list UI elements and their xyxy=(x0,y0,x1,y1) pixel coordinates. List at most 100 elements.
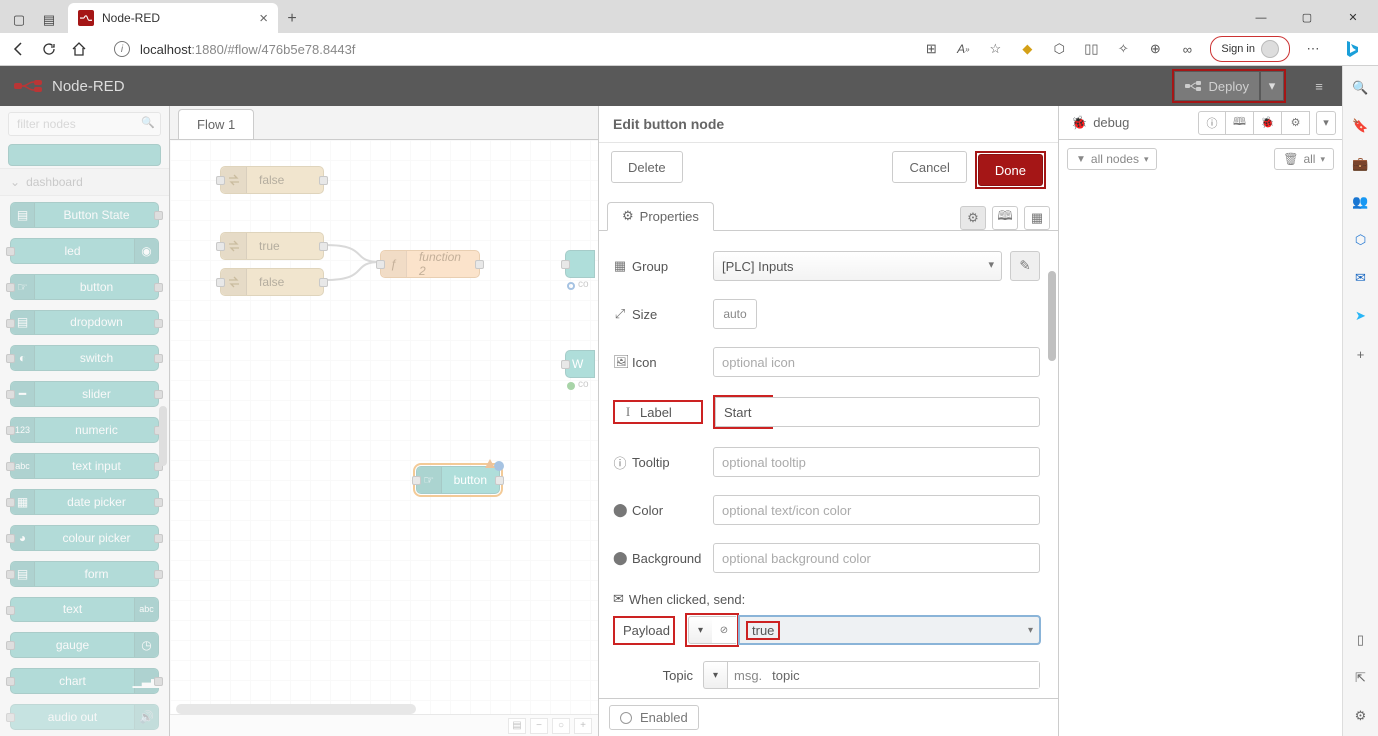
scrollbar[interactable] xyxy=(159,406,167,466)
more-icon[interactable]: ⋯ xyxy=(1304,40,1322,58)
outlook-icon[interactable]: ✉ xyxy=(1351,268,1371,288)
background-input[interactable] xyxy=(713,543,1040,573)
zoom-in-button[interactable]: + xyxy=(574,718,592,734)
scrollbar[interactable] xyxy=(1048,271,1056,361)
more-tabs-button[interactable]: ▾ xyxy=(1316,111,1336,135)
help-tab-button[interactable]: 🕮 xyxy=(1226,111,1254,135)
flow-canvas[interactable]: false true false ƒfunction 2 co W co ☞bu… xyxy=(170,140,598,736)
extension-icon[interactable]: ⬡ xyxy=(1050,40,1068,58)
shopping-icon[interactable]: 🔖 xyxy=(1351,116,1371,136)
flow-node[interactable]: true xyxy=(220,232,324,260)
tools-icon[interactable]: 💼 xyxy=(1351,154,1371,174)
deploy-dropdown[interactable]: ▾ xyxy=(1261,72,1283,100)
flow-node-button[interactable]: ☞button xyxy=(416,466,500,494)
url-field[interactable]: i localhost:1880/#flow/476b5e78.8443f xyxy=(100,35,910,63)
tab-overview-icon[interactable]: ▢ xyxy=(12,13,26,27)
filter-nodes-button[interactable]: ▼all nodes▾ xyxy=(1067,148,1157,170)
cancel-button[interactable]: Cancel xyxy=(892,151,966,183)
flow-node[interactable]: false xyxy=(220,166,324,194)
delete-button[interactable]: Delete xyxy=(611,151,683,183)
palette-node[interactable]: gauge◷ xyxy=(10,632,159,658)
share-icon[interactable]: ⇱ xyxy=(1351,668,1371,688)
topic-type-button[interactable]: ▾ xyxy=(703,661,727,689)
flow-tab[interactable]: Flow 1 xyxy=(178,109,254,139)
properties-tab[interactable]: ⚙Properties xyxy=(607,202,714,231)
palette-node[interactable]: ◕colour picker xyxy=(10,525,159,551)
info-tab-button[interactable]: ⓘ xyxy=(1198,111,1226,135)
debug-tab[interactable]: 🐞debug xyxy=(1065,115,1135,131)
sign-in-button[interactable]: Sign in xyxy=(1210,36,1290,62)
debug-tab-button[interactable]: 🐞 xyxy=(1254,111,1282,135)
topic-input[interactable] xyxy=(768,662,1039,688)
nav-toggle-button[interactable]: ▤ xyxy=(508,718,526,734)
palette-node[interactable]: ▤form xyxy=(10,561,159,587)
palette-node[interactable]: chart▁▃▅ xyxy=(10,668,159,694)
add-icon[interactable]: + xyxy=(1351,344,1371,364)
palette-node[interactable]: audio out🔊 xyxy=(10,704,159,730)
back-button[interactable] xyxy=(10,40,28,58)
palette-category[interactable]: ⌄dashboard xyxy=(0,168,169,196)
qr-icon[interactable]: ⊞ xyxy=(922,40,940,58)
site-info-icon[interactable]: i xyxy=(114,41,130,57)
collections2-icon[interactable]: ⊕ xyxy=(1146,40,1164,58)
new-tab-button[interactable]: + xyxy=(278,5,306,33)
home-button[interactable] xyxy=(70,40,88,58)
icon-input[interactable] xyxy=(713,347,1040,377)
office-icon[interactable]: ⬡ xyxy=(1351,230,1371,250)
palette-node[interactable]: led◉ xyxy=(10,238,159,264)
done-button[interactable]: Done xyxy=(978,154,1043,186)
enabled-toggle[interactable]: Enabled xyxy=(609,705,699,730)
palette-node[interactable]: ━slider xyxy=(10,381,159,407)
idm-icon[interactable]: ◆ xyxy=(1018,40,1036,58)
tooltip-input[interactable] xyxy=(713,447,1040,477)
edit-group-button[interactable]: ✎ xyxy=(1010,251,1040,281)
flow-node-partial[interactable]: W xyxy=(565,350,595,378)
menu-button[interactable]: ≡ xyxy=(1304,71,1334,101)
node-description-button[interactable]: 🕮 xyxy=(992,206,1018,230)
palette-node[interactable]: ☞button xyxy=(10,274,159,300)
collections-icon[interactable]: ▤ xyxy=(42,13,56,27)
palette-node[interactable]: ◐switch xyxy=(10,345,159,371)
palette-node[interactable]: 123numeric xyxy=(10,417,159,443)
config-tab-button[interactable]: ⚙ xyxy=(1282,111,1310,135)
deploy-button[interactable]: Deploy xyxy=(1175,72,1259,100)
label-input-rest[interactable] xyxy=(773,397,1040,427)
refresh-button[interactable] xyxy=(40,40,58,58)
label-input[interactable] xyxy=(715,397,775,427)
split-icon[interactable]: ▯▯ xyxy=(1082,40,1100,58)
minimize-button[interactable]: — xyxy=(1238,2,1284,33)
scrollbar[interactable] xyxy=(176,704,416,714)
sync-icon[interactable]: ∞ xyxy=(1178,40,1196,58)
flow-node[interactable]: ƒfunction 2 xyxy=(380,250,480,278)
color-input[interactable] xyxy=(713,495,1040,525)
send-icon[interactable]: ➤ xyxy=(1351,306,1371,326)
browser-tab[interactable]: Node-RED × xyxy=(68,3,278,33)
palette-node[interactable]: ▤dropdown xyxy=(10,310,159,336)
zoom-reset-button[interactable]: ○ xyxy=(552,718,570,734)
close-window-button[interactable]: ✕ xyxy=(1330,2,1376,33)
palette-node[interactable]: abctext input xyxy=(10,453,159,479)
maximize-button[interactable]: ▢ xyxy=(1284,2,1330,33)
close-icon[interactable]: × xyxy=(259,10,268,27)
toggle-sidebar-icon[interactable]: ▯ xyxy=(1351,630,1371,650)
node-settings-button[interactable]: ⚙ xyxy=(960,206,986,230)
bing-button[interactable] xyxy=(1334,33,1368,66)
payload-type-button[interactable]: ▾ xyxy=(688,616,712,644)
palette-node[interactable]: ▤Button State xyxy=(10,202,159,228)
flow-node-partial[interactable] xyxy=(565,250,595,278)
zoom-out-button[interactable]: − xyxy=(530,718,548,734)
palette-node[interactable]: ▦date picker xyxy=(10,489,159,515)
clear-button[interactable]: 🗑all▾ xyxy=(1274,148,1334,170)
group-select[interactable]: [PLC] Inputs xyxy=(713,251,1002,281)
palette-node[interactable]: textabc xyxy=(10,597,159,623)
size-button[interactable]: auto xyxy=(713,299,757,329)
search-icon[interactable]: 🔍 xyxy=(1351,78,1371,98)
payload-value-select[interactable]: true xyxy=(739,616,1040,644)
settings-icon[interactable]: ⚙ xyxy=(1351,706,1371,726)
favorites-bar-icon[interactable]: ✧ xyxy=(1114,40,1132,58)
favorite-icon[interactable]: ☆ xyxy=(986,40,1004,58)
read-aloud-icon[interactable]: A» xyxy=(954,40,972,58)
games-icon[interactable]: 👥 xyxy=(1351,192,1371,212)
flow-node[interactable]: false xyxy=(220,268,324,296)
node-appearance-button[interactable]: ▦ xyxy=(1024,206,1050,230)
